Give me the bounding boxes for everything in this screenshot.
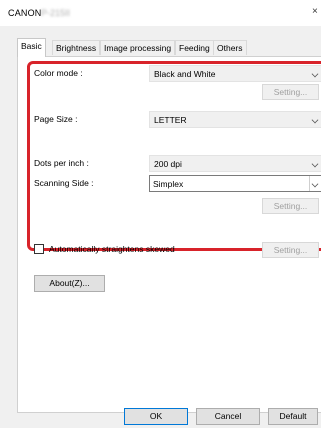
scanning-side-select[interactable]: Simplex xyxy=(149,175,321,192)
dialog-body: Basic Brightness Image processing Feedin… xyxy=(0,26,321,428)
default-button[interactable]: Default xyxy=(268,408,318,425)
chevron-down-icon xyxy=(311,160,319,168)
ok-button[interactable]: OK xyxy=(124,408,188,425)
color-mode-label: Color mode : xyxy=(34,68,83,78)
chevron-down-icon xyxy=(311,70,319,78)
color-mode-value: Black and White xyxy=(154,69,216,79)
dpi-label: Dots per inch : xyxy=(34,158,89,168)
tab-brightness[interactable]: Brightness xyxy=(52,40,101,55)
page-size-label: Page Size : xyxy=(34,114,78,124)
window-title: CANON xyxy=(8,8,42,18)
scanning-side-setting-button[interactable]: Setting... xyxy=(262,198,319,214)
color-mode-select[interactable]: Black and White xyxy=(149,65,321,82)
tab-image-processing[interactable]: Image processing xyxy=(100,40,176,55)
tab-others[interactable]: Others xyxy=(213,40,247,55)
cancel-button[interactable]: Cancel xyxy=(196,408,260,425)
color-mode-setting-button[interactable]: Setting... xyxy=(262,84,319,100)
tab-feeding[interactable]: Feeding xyxy=(175,40,214,55)
dpi-value: 200 dpi xyxy=(154,159,182,169)
dpi-select[interactable]: 200 dpi xyxy=(149,155,321,172)
about-button[interactable]: About(Z)... xyxy=(34,275,105,292)
page-size-select[interactable]: LETTER xyxy=(149,111,321,128)
basic-tab-panel: Color mode : Black and White Setting... … xyxy=(17,56,321,413)
tab-basic[interactable]: Basic xyxy=(17,38,46,57)
straighten-checkbox[interactable] xyxy=(34,244,44,254)
scanning-side-value: Simplex xyxy=(153,179,184,189)
straighten-label[interactable]: Automatically straightens skewed xyxy=(49,244,175,254)
page-size-value: LETTER xyxy=(154,115,187,125)
straighten-setting-button[interactable]: Setting... xyxy=(262,242,319,258)
scanning-side-label: Scanning Side : xyxy=(34,178,94,188)
title-bar: CANON P-215II × xyxy=(0,0,321,26)
window-model-blurred: P-215II xyxy=(41,8,71,18)
close-icon[interactable]: × xyxy=(312,6,318,17)
chevron-down-icon xyxy=(311,116,319,124)
